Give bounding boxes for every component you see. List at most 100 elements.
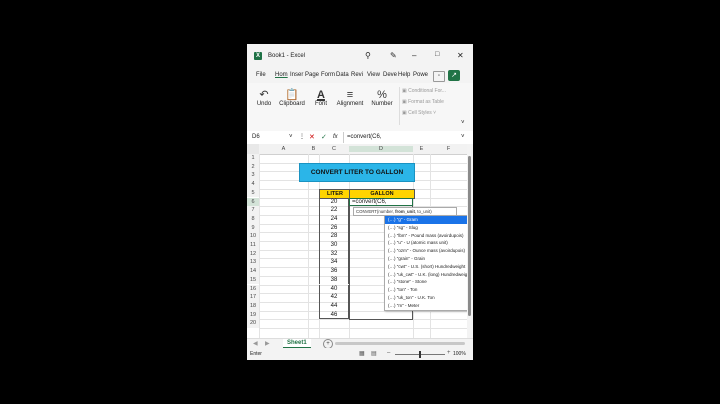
share-button[interactable]: ↗ (448, 70, 460, 81)
row-header[interactable]: 5 (247, 188, 259, 198)
format-as-table-button[interactable]: ▣ Format as Table (402, 99, 444, 105)
row-header[interactable]: 18 (247, 301, 259, 311)
horizontal-scrollbar[interactable] (335, 342, 465, 345)
column-header-d[interactable]: D (349, 146, 413, 152)
clipboard-button[interactable]: 📋 Clipboard (277, 83, 307, 107)
row-header[interactable]: 17 (247, 293, 259, 302)
liter-cell[interactable]: 40 (319, 284, 349, 294)
next-sheet-icon[interactable]: ▶ (265, 340, 270, 347)
row-header[interactable]: 1 (247, 154, 259, 163)
page-layout-icon[interactable]: ▤ (371, 350, 377, 357)
tab-view[interactable]: View (367, 72, 380, 78)
liter-cell[interactable]: 34 (319, 258, 349, 268)
column-header-f[interactable]: F (430, 146, 467, 152)
autocomplete-item[interactable]: (…) "g" - Gram (385, 216, 473, 224)
autocomplete-item[interactable]: (…) "uk_cwt" - U.K. (long) Hundredweight (385, 271, 473, 279)
tab-developer[interactable]: Deve (383, 72, 397, 78)
search-icon[interactable]: ⚲ (365, 51, 371, 60)
zoom-out-icon[interactable]: – (387, 350, 390, 356)
autocomplete-item[interactable]: (…) "uk_ton" - U.K. Ton (385, 294, 473, 302)
tab-formulas[interactable]: Form (321, 72, 335, 78)
liter-cell[interactable]: 32 (319, 249, 349, 259)
tab-file[interactable]: File (256, 72, 266, 78)
row-header[interactable]: 2 (247, 162, 259, 172)
autocomplete-item[interactable]: (…) "lbm" - Pound mass (avoirdupois) (385, 232, 473, 240)
close-button[interactable]: ✕ (457, 51, 464, 60)
liter-cell[interactable]: 26 (319, 223, 349, 233)
font-button[interactable]: A Font (310, 83, 332, 107)
row-header[interactable]: 11 (247, 241, 259, 250)
row-header[interactable]: 10 (247, 232, 259, 241)
row-header[interactable]: 14 (247, 267, 259, 276)
liter-cell[interactable]: 36 (319, 267, 349, 276)
expand-formula-icon[interactable]: ˅ (461, 134, 465, 140)
liter-cell[interactable]: 42 (319, 293, 349, 302)
tab-insert[interactable]: Inser (290, 72, 303, 78)
row-header[interactable]: 13 (247, 258, 259, 268)
formula-input[interactable]: =convert(C6, (347, 134, 382, 140)
autocomplete-item[interactable]: (…) "u" - U (atomic mass unit) (385, 239, 473, 247)
autocomplete-item[interactable]: (…) "sg" - Slug (385, 224, 473, 232)
row-header[interactable]: 8 (247, 214, 259, 224)
active-cell-d6[interactable]: =convert(C6, (349, 197, 413, 207)
zoom-level[interactable]: 100% (453, 351, 466, 357)
row-header[interactable]: 9 (247, 223, 259, 233)
liter-cell[interactable]: 38 (319, 275, 349, 285)
scroll-thumb[interactable] (468, 156, 471, 316)
liter-cell[interactable]: 24 (319, 214, 349, 224)
autocomplete-item[interactable]: (…) "grain" - Grain (385, 255, 473, 263)
row-header[interactable]: 16 (247, 284, 259, 294)
row-header[interactable]: 15 (247, 275, 259, 285)
name-box-dropdown-icon[interactable]: ˅ (289, 134, 293, 140)
tab-power[interactable]: Powe (413, 72, 428, 78)
name-box[interactable]: D6 (252, 134, 260, 140)
row-header[interactable]: 20 (247, 319, 259, 328)
tab-data[interactable]: Data (336, 72, 349, 78)
prev-sheet-icon[interactable]: ◀ (253, 340, 258, 347)
liter-cell[interactable]: 22 (319, 206, 349, 215)
row-header[interactable]: 4 (247, 180, 259, 189)
liter-cell[interactable]: 28 (319, 232, 349, 241)
row-header[interactable]: 6 (247, 197, 259, 207)
number-button[interactable]: % Number (369, 83, 395, 107)
liter-cell[interactable]: 30 (319, 241, 349, 250)
liter-cell[interactable]: 44 (319, 301, 349, 311)
enter-icon[interactable]: ✓ (321, 133, 327, 141)
conditional-formatting-button[interactable]: ▣ Conditional For... (402, 88, 446, 94)
tab-page[interactable]: Page (305, 72, 319, 78)
autocomplete-item[interactable]: (…) "ozm" - Ounce mass (avoirdupois) (385, 247, 473, 255)
column-header-b[interactable]: B (308, 146, 319, 152)
alignment-button[interactable]: ≡ Alignment (335, 83, 365, 107)
autocomplete-item[interactable]: (…) "cwt" - U.S. (short) Hundredweight (385, 263, 473, 271)
insert-function-icon[interactable]: fx (333, 134, 338, 140)
autocomplete-item[interactable]: (…) "m" - Meter (385, 302, 473, 310)
comments-icon[interactable]: ▫ (433, 71, 445, 82)
column-header-e[interactable]: E (413, 146, 430, 152)
liter-cell[interactable]: 46 (319, 310, 349, 320)
cell-styles-button[interactable]: ▣ Cell Styles ˅ (402, 110, 436, 116)
tab-help[interactable]: Help (398, 72, 410, 78)
title-banner[interactable]: CONVERT LITER TO GALLON (299, 163, 415, 182)
worksheet-grid[interactable]: A B C D E F 1 2 3 4 5 6 7 8 9 10 11 12 13 14 15 16 17 18 1… (247, 144, 473, 338)
row-header[interactable]: 19 (247, 310, 259, 320)
select-all-corner[interactable] (247, 144, 259, 154)
zoom-slider-thumb[interactable] (419, 351, 421, 358)
normal-view-icon[interactable]: ▦ (359, 350, 365, 357)
autocomplete-item[interactable]: (…) "stone" - Stone (385, 278, 473, 286)
row-header[interactable]: 7 (247, 206, 259, 215)
pen-icon[interactable]: ✎ (390, 51, 397, 60)
column-header-c[interactable]: C (319, 146, 349, 152)
cancel-icon[interactable]: ✕ (309, 133, 315, 141)
row-header[interactable]: 12 (247, 249, 259, 259)
zoom-in-icon[interactable]: + (447, 350, 451, 356)
maximize-button[interactable]: □ (435, 51, 439, 58)
tab-home[interactable]: Hom (275, 72, 288, 78)
minimize-button[interactable]: – (412, 51, 416, 60)
collapse-ribbon-icon[interactable]: ˅ (461, 120, 465, 126)
liter-cell[interactable]: 20 (319, 197, 349, 207)
column-header-a[interactable]: A (259, 146, 308, 152)
autocomplete-item[interactable]: (…) "ton" - Ton (385, 286, 473, 294)
tab-review[interactable]: Revi (351, 72, 363, 78)
undo-button[interactable]: ↶ Undo (253, 83, 275, 107)
row-header[interactable]: 3 (247, 171, 259, 181)
